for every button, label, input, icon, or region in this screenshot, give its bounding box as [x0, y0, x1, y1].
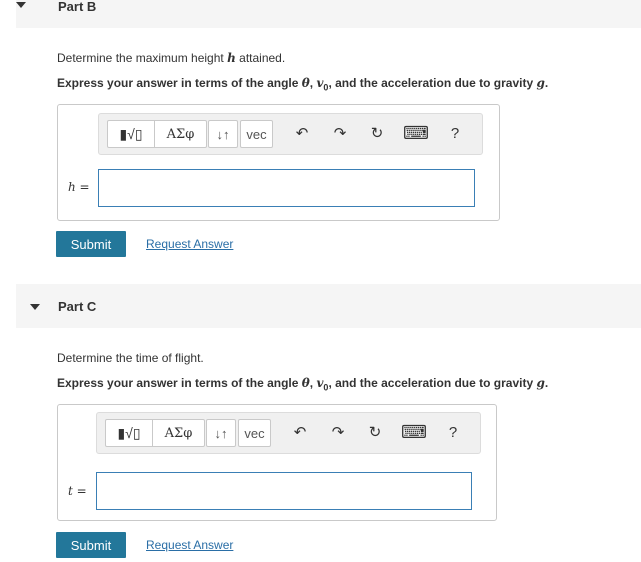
part-c-title: Part C — [58, 299, 97, 314]
part-b-collapse-icon[interactable] — [16, 2, 26, 8]
part-b-prompt: Determine the maximum height h attained. — [57, 51, 286, 65]
reset-icon[interactable]: ↻ — [364, 421, 386, 443]
reset-icon[interactable]: ↻ — [366, 122, 388, 144]
redo-icon[interactable]: ↷ — [327, 421, 349, 443]
part-b-submit-button[interactable]: Submit — [56, 231, 126, 257]
keyboard-icon[interactable]: ⌨ — [403, 122, 429, 144]
keyboard-icon[interactable]: ⌨ — [401, 421, 427, 443]
help-icon[interactable]: ? — [442, 421, 464, 443]
part-c-math-toolbar: ▮√▯ ΑΣφ ↓↑ vec ↶ ↷ ↻ ⌨ ? — [96, 412, 481, 454]
greek-button[interactable]: ΑΣφ — [155, 121, 206, 147]
part-b-answer-input[interactable] — [98, 169, 475, 207]
part-b-math-toolbar: ▮√▯ ΑΣφ ↓↑ vec ↶ ↷ ↻ ⌨ ? — [98, 113, 483, 155]
templates-button[interactable]: ▮√▯ — [108, 121, 155, 147]
greek-button[interactable]: ΑΣφ — [153, 420, 204, 446]
part-b-title: Part B — [58, 0, 97, 14]
part-b-answer-box: ▮√▯ ΑΣφ ↓↑ vec ↶ ↷ ↻ ⌨ ? h = — [57, 104, 500, 221]
help-icon[interactable]: ? — [444, 122, 466, 144]
part-c-variable-label: t = — [68, 484, 87, 498]
part-b-template-group: ▮√▯ ΑΣφ — [107, 120, 207, 148]
part-c-header[interactable] — [16, 284, 641, 328]
part-c-submit-button[interactable]: Submit — [56, 532, 126, 558]
part-c-prompt: Determine the time of flight. — [57, 351, 204, 365]
part-c-answer-box: ▮√▯ ΑΣφ ↓↑ vec ↶ ↷ ↻ ⌨ ? t = — [57, 404, 497, 521]
part-c-request-answer-link[interactable]: Request Answer — [146, 538, 233, 552]
part-c-template-group: ▮√▯ ΑΣφ — [105, 419, 205, 447]
undo-icon[interactable]: ↶ — [289, 421, 311, 443]
part-c-instruction: Express your answer in terms of the angl… — [57, 376, 549, 393]
part-c-collapse-icon[interactable] — [30, 304, 40, 310]
part-c-answer-input[interactable] — [96, 472, 472, 510]
arrows-button[interactable]: ↓↑ — [206, 419, 236, 447]
arrows-button[interactable]: ↓↑ — [208, 120, 238, 148]
undo-icon[interactable]: ↶ — [291, 122, 313, 144]
templates-button[interactable]: ▮√▯ — [106, 420, 153, 446]
vec-button[interactable]: vec — [240, 120, 273, 148]
part-b-variable-label: h = — [68, 180, 90, 194]
part-b-request-answer-link[interactable]: Request Answer — [146, 237, 233, 251]
part-b-header[interactable] — [16, 0, 641, 28]
part-b-instruction: Express your answer in terms of the angl… — [57, 76, 549, 93]
redo-icon[interactable]: ↷ — [329, 122, 351, 144]
vec-button[interactable]: vec — [238, 419, 271, 447]
